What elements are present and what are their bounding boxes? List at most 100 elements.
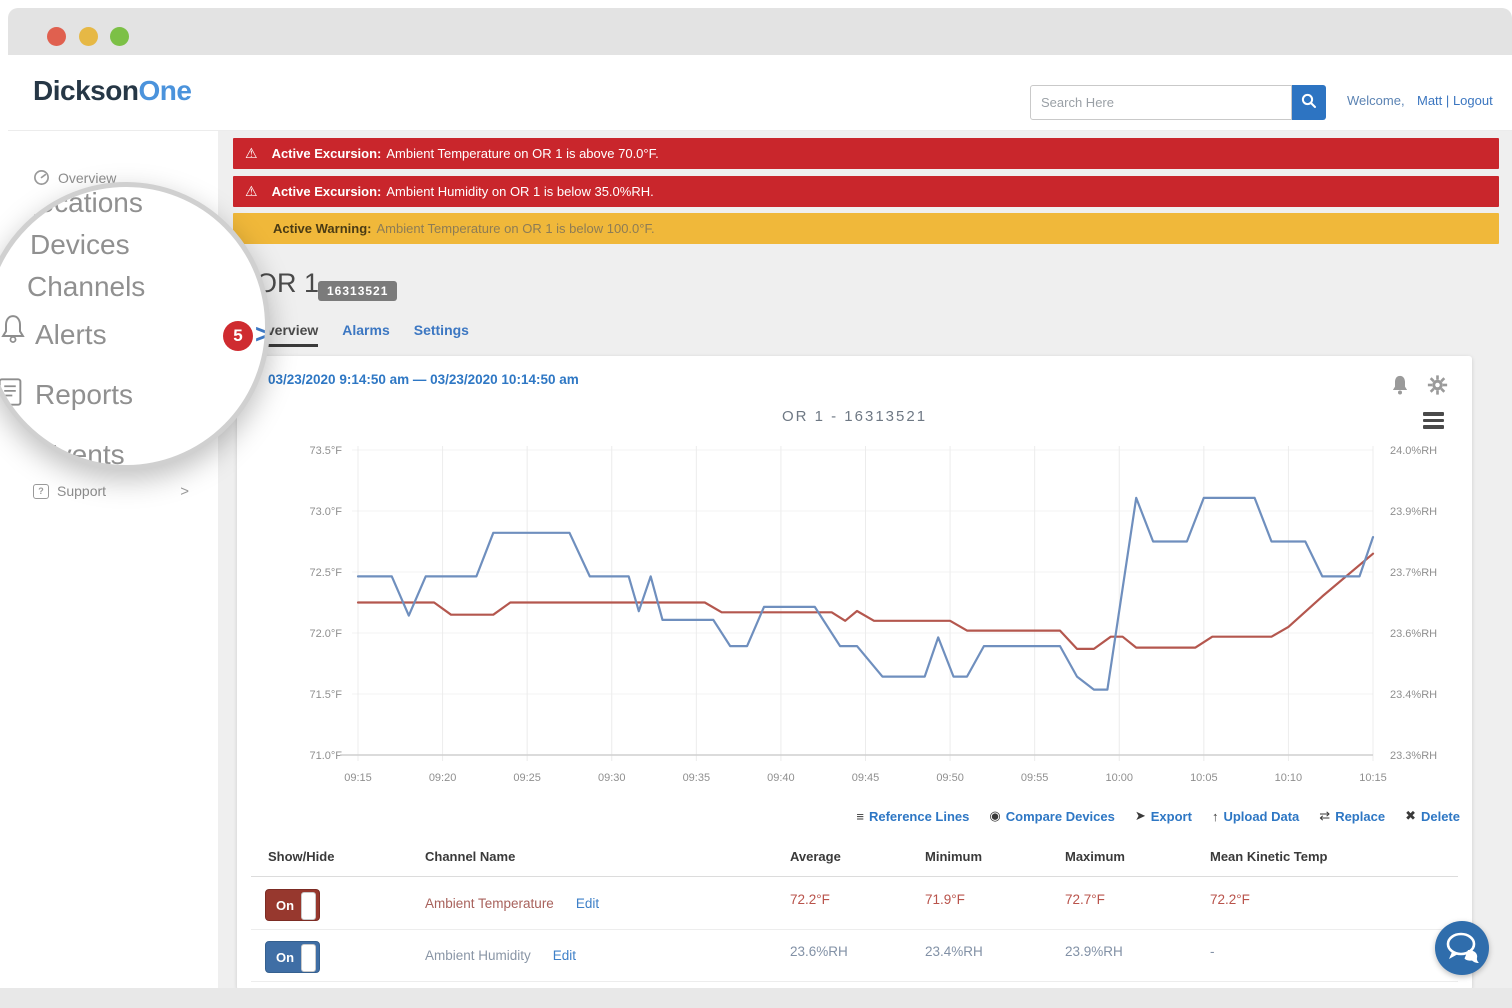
- delete-button[interactable]: ✖ Delete: [1405, 808, 1460, 824]
- banner-bold: Active Excursion:: [272, 184, 382, 199]
- alert-banner-warning-temperature[interactable]: Active Warning: Ambient Temperature on O…: [233, 213, 1499, 244]
- device-chart-card: 03/23/2020 9:14:50 am — 03/23/2020 10:14…: [237, 356, 1472, 990]
- date-range-link[interactable]: 03/23/2020 9:14:50 am — 03/23/2020 10:14…: [268, 372, 579, 387]
- show-hide-toggle[interactable]: On: [265, 889, 320, 921]
- gauge-icon: [33, 169, 50, 186]
- search-icon: [1299, 91, 1319, 111]
- logo-primary: Dickson: [33, 75, 138, 106]
- maximum-value: 23.9%RH: [1065, 944, 1123, 959]
- minimize-window-icon[interactable]: [79, 27, 98, 46]
- svg-text:23.4%RH: 23.4%RH: [1390, 689, 1437, 701]
- chevron-right-icon[interactable]: >: [255, 319, 270, 350]
- svg-text:10:15: 10:15: [1359, 772, 1387, 784]
- window-titlebar: [8, 8, 1512, 55]
- toggle-knob: [301, 892, 316, 920]
- tab-bar: Overview Alarms Settings: [256, 322, 469, 347]
- delete-icon: ✖: [1405, 808, 1416, 824]
- column-mean-kinetic-temp: Mean Kinetic Temp: [1210, 849, 1328, 864]
- dicksonone-logo[interactable]: DicksonOne: [33, 75, 191, 107]
- logo-accent: One: [138, 75, 191, 106]
- column-maximum: Maximum: [1065, 849, 1125, 864]
- action-label: Export: [1151, 809, 1192, 824]
- svg-text:09:30: 09:30: [598, 772, 626, 784]
- lens-item-channels[interactable]: Channels: [27, 271, 145, 303]
- chart-area: 73.5°F24.0%RH73.0°F23.9%RH72.5°F23.7%RH7…: [237, 436, 1472, 796]
- svg-text:09:35: 09:35: [683, 772, 711, 784]
- user-links: Matt | Logout: [1417, 93, 1493, 108]
- chat-button[interactable]: [1435, 921, 1489, 975]
- replace-icon: ⇄: [1319, 808, 1330, 824]
- main-content: Overview Locations Devices Channels Aler…: [8, 131, 1512, 988]
- tab-settings[interactable]: Settings: [414, 322, 469, 347]
- svg-text:23.6%RH: 23.6%RH: [1390, 628, 1437, 640]
- table-row-ambient-temperature: On Ambient TemperatureEdit 72.2°F 71.9°F…: [237, 880, 1472, 930]
- show-hide-toggle[interactable]: On: [265, 941, 320, 973]
- svg-text:09:40: 09:40: [767, 772, 795, 784]
- svg-text:23.3%RH: 23.3%RH: [1390, 750, 1437, 762]
- user-link[interactable]: Matt: [1417, 93, 1442, 108]
- svg-text:73.0°F: 73.0°F: [309, 506, 342, 518]
- logout-link[interactable]: Logout: [1453, 93, 1493, 108]
- minimum-value: 23.4%RH: [925, 944, 983, 959]
- channel-name: Ambient TemperatureEdit: [425, 896, 599, 911]
- toggle-label: On: [276, 898, 294, 913]
- edit-link[interactable]: Edit: [576, 896, 599, 911]
- bell-icon[interactable]: [1390, 374, 1410, 396]
- alert-banner-excursion-humidity[interactable]: ⚠ Active Excursion: Ambient Humidity on …: [233, 176, 1499, 207]
- sidebar-item-support[interactable]: ? Support >: [33, 483, 203, 499]
- edit-link[interactable]: Edit: [553, 948, 576, 963]
- banner-bold: Active Warning:: [273, 221, 371, 236]
- mean-kinetic-temp-value: 72.2°F: [1210, 892, 1250, 907]
- reference-lines-icon: ≡: [856, 809, 864, 824]
- svg-text:72.5°F: 72.5°F: [309, 567, 342, 579]
- alert-banner-excursion-temperature[interactable]: ⚠ Active Excursion: Ambient Temperature …: [233, 138, 1499, 169]
- search-button[interactable]: [1292, 85, 1326, 120]
- column-minimum: Minimum: [925, 849, 982, 864]
- device-id-badge: 16313521: [318, 281, 397, 301]
- page-bottom-strip: [0, 988, 1512, 1008]
- action-label: Replace: [1335, 809, 1385, 824]
- warning-triangle-icon: ⚠: [245, 145, 258, 162]
- export-button[interactable]: ➤ Export: [1135, 808, 1192, 824]
- banner-bold: Active Excursion:: [272, 146, 382, 161]
- lens-item-alerts[interactable]: Alerts: [35, 319, 107, 351]
- warning-triangle-icon: ⚠: [245, 183, 258, 200]
- close-window-icon[interactable]: [47, 27, 66, 46]
- links-divider: |: [1446, 93, 1449, 108]
- upload-icon: ↑: [1212, 809, 1219, 824]
- maximum-value: 72.7°F: [1065, 892, 1105, 907]
- question-icon: ?: [33, 484, 49, 499]
- card-icon-buttons: [1390, 374, 1448, 396]
- lens-item-locations[interactable]: Locations: [23, 187, 143, 219]
- app-header: DicksonOne Welcome, Matt | Logout: [8, 55, 1512, 131]
- chevron-right-icon: >: [180, 483, 189, 500]
- svg-text:10:10: 10:10: [1275, 772, 1303, 784]
- lens-item-devices[interactable]: Devices: [30, 229, 130, 261]
- table-row-ambient-humidity: On Ambient HumidityEdit 23.6%RH 23.4%RH …: [237, 932, 1472, 982]
- welcome-text: Welcome,: [1347, 93, 1405, 108]
- line-chart: 73.5°F24.0%RH73.0°F23.9%RH72.5°F23.7%RH7…: [237, 436, 1472, 796]
- svg-text:09:20: 09:20: [429, 772, 457, 784]
- search-input[interactable]: [1030, 85, 1292, 120]
- banner-text: Ambient Temperature on OR 1 is above 70.…: [386, 146, 658, 161]
- zoom-window-icon[interactable]: [110, 27, 129, 46]
- compare-devices-button[interactable]: ◉ Compare Devices: [989, 808, 1114, 824]
- svg-text:09:55: 09:55: [1021, 772, 1049, 784]
- tab-alarms[interactable]: Alarms: [342, 322, 389, 347]
- chart-title: OR 1 - 16313521: [237, 408, 1472, 425]
- action-label: Reference Lines: [869, 809, 969, 824]
- upload-data-button[interactable]: ↑ Upload Data: [1212, 809, 1299, 824]
- svg-text:09:50: 09:50: [936, 772, 964, 784]
- alerts-count-badge: 5: [223, 321, 253, 351]
- channel-name: Ambient HumidityEdit: [425, 948, 576, 963]
- column-show-hide: Show/Hide: [268, 849, 334, 864]
- gear-icon[interactable]: [1427, 374, 1448, 396]
- svg-text:23.9%RH: 23.9%RH: [1390, 506, 1437, 518]
- chat-bubbles-icon: [1435, 921, 1489, 975]
- action-label: Upload Data: [1223, 809, 1299, 824]
- replace-button[interactable]: ⇄ Replace: [1319, 808, 1385, 824]
- action-label: Compare Devices: [1006, 809, 1115, 824]
- svg-text:71.0°F: 71.0°F: [309, 750, 342, 762]
- lens-item-reports[interactable]: Reports: [35, 379, 133, 411]
- reference-lines-button[interactable]: ≡ Reference Lines: [856, 809, 969, 824]
